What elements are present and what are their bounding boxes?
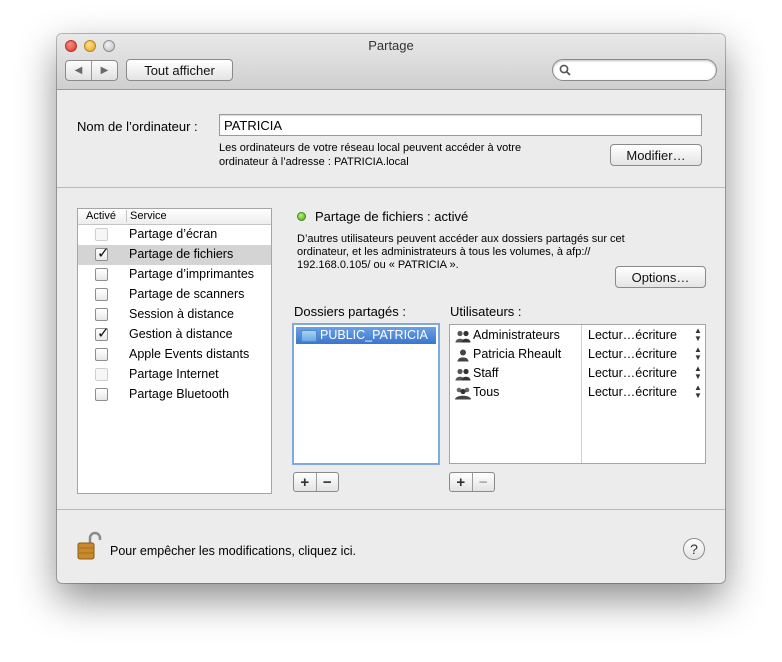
permission-popup[interactable]: Lectur…écriture: [588, 328, 677, 342]
sharing-description-line2: ordinateur, et les administrateurs à tou…: [297, 246, 591, 258]
popup-arrows-icon: ▲ ▼: [694, 345, 702, 362]
search-icon: [559, 64, 571, 76]
service-checkbox[interactable]: [95, 288, 108, 301]
remove-folder-button[interactable]: −: [315, 473, 339, 491]
remove-user-button[interactable]: −: [471, 473, 495, 491]
user-name: Administrateurs: [473, 328, 560, 342]
shared-folders-list[interactable]: PUBLIC_PATRICIA: [292, 323, 440, 465]
show-all-button[interactable]: Tout afficher: [126, 59, 233, 81]
section-divider: [57, 187, 725, 188]
title-bar: Partage ◀ ▶ Tout afficher: [57, 34, 725, 90]
users-add-remove: + −: [449, 472, 495, 492]
service-row[interactable]: Partage Bluetooth: [78, 385, 271, 405]
user-row[interactable]: Administrateurs Lectur…écriture ▲ ▼: [450, 327, 705, 346]
sharing-description-line1: D’autres utilisateurs peuvent accéder au…: [297, 233, 625, 245]
user-row[interactable]: Patricia Rheault Lectur…écriture ▲ ▼: [450, 346, 705, 365]
service-row[interactable]: Partage d’imprimantes: [78, 265, 271, 285]
service-label: Gestion à distance: [129, 327, 233, 341]
folder-icon: [301, 330, 317, 342]
user-name: Staff: [473, 366, 499, 380]
service-row[interactable]: ✓ Gestion à distance: [78, 325, 271, 345]
user-name: Tous: [473, 385, 500, 399]
group-icon: [455, 368, 471, 381]
footer-divider: [57, 509, 725, 510]
shared-folders-label: Dossiers partagés :: [294, 304, 406, 319]
user-row[interactable]: Tous Lectur…écriture ▲ ▼: [450, 384, 705, 403]
popup-arrows-icon: ▲ ▼: [694, 383, 702, 400]
computer-name-value: PATRICIA: [224, 117, 283, 133]
service-checkbox[interactable]: [95, 348, 108, 361]
service-row[interactable]: Session à distance: [78, 305, 271, 325]
popup-arrows-icon: ▲ ▼: [694, 364, 702, 381]
service-checkbox[interactable]: [95, 308, 108, 321]
service-row[interactable]: Partage de scanners: [78, 285, 271, 305]
column-active[interactable]: Activé: [86, 210, 116, 222]
service-checkbox[interactable]: ✓: [95, 325, 110, 342]
computer-name-label: Nom de l’ordinateur :: [77, 119, 198, 134]
service-row[interactable]: ✓ Partage de fichiers: [78, 245, 271, 265]
permission-popup[interactable]: Lectur…écriture: [588, 385, 677, 399]
user-icon: [457, 349, 469, 362]
back-button[interactable]: ◀: [66, 61, 91, 80]
options-button[interactable]: Options…: [615, 266, 706, 288]
sharing-description-line3: 192.168.0.105/ ou « PATRICIA ».: [297, 259, 459, 271]
user-row[interactable]: Staff Lectur…écriture ▲ ▼: [450, 365, 705, 384]
service-label: Partage d’écran: [129, 227, 218, 241]
service-row[interactable]: Apple Events distants: [78, 345, 271, 365]
permission-popup[interactable]: Lectur…écriture: [588, 366, 677, 380]
service-label: Partage Internet: [129, 367, 219, 381]
service-checkbox[interactable]: [95, 388, 108, 401]
services-list-header: Activé Service: [78, 209, 271, 225]
forward-button[interactable]: ▶: [91, 61, 117, 80]
service-label: Partage Bluetooth: [129, 387, 230, 401]
checkmark-icon: ✓: [97, 325, 110, 342]
column-service[interactable]: Service: [126, 210, 167, 222]
add-user-button[interactable]: +: [450, 473, 472, 491]
add-folder-button[interactable]: +: [294, 473, 316, 491]
network-info-line2: ordinateur à l’adresse : PATRICIA.local: [219, 156, 409, 168]
status-indicator-icon: [297, 212, 306, 221]
folder-label: PUBLIC_PATRICIA: [320, 328, 428, 342]
help-button[interactable]: ?: [683, 538, 705, 560]
network-info-line1: Les ordinateurs de votre réseau local pe…: [219, 142, 522, 154]
service-label: Session à distance: [129, 307, 234, 321]
folders-add-remove: + −: [293, 472, 339, 492]
lock-message[interactable]: Pour empêcher les modifications, cliquez…: [110, 544, 356, 558]
service-checkbox[interactable]: ✓: [95, 245, 110, 262]
users-label: Utilisateurs :: [450, 304, 522, 319]
group-icon: [455, 330, 471, 343]
window-title: Partage: [368, 38, 414, 53]
service-label: Apple Events distants: [129, 347, 250, 361]
service-label: Partage de fichiers: [129, 247, 234, 261]
service-checkbox[interactable]: [95, 368, 108, 381]
lock-icon[interactable]: [77, 531, 103, 561]
sharing-status: Partage de fichiers : activé: [315, 209, 469, 224]
service-label: Partage d’imprimantes: [129, 267, 255, 281]
users-list[interactable]: Administrateurs Lectur…écriture ▲ ▼ Patri…: [449, 324, 706, 464]
modify-button[interactable]: Modifier…: [610, 144, 702, 166]
checkmark-icon: ✓: [97, 245, 110, 262]
permission-popup[interactable]: Lectur…écriture: [588, 347, 677, 361]
service-label: Partage de scanners: [129, 287, 245, 301]
user-name: Patricia Rheault: [473, 347, 562, 361]
popup-arrows-icon: ▲ ▼: [694, 326, 702, 343]
service-row[interactable]: Partage d’écran: [78, 225, 271, 245]
service-checkbox[interactable]: [95, 268, 108, 281]
sharing-window: Partage ◀ ▶ Tout afficher Nom de l’ordin…: [57, 34, 725, 583]
computer-name-field[interactable]: PATRICIA: [219, 114, 702, 136]
back-forward-control: ◀ ▶: [65, 60, 118, 81]
services-list: Activé Service Partage d’écran ✓ Partage…: [77, 208, 272, 494]
service-row[interactable]: Partage Internet: [78, 365, 271, 385]
folder-row[interactable]: PUBLIC_PATRICIA: [296, 327, 436, 344]
everyone-icon: [455, 387, 471, 400]
search-input[interactable]: [552, 59, 717, 81]
service-checkbox[interactable]: [95, 228, 108, 241]
